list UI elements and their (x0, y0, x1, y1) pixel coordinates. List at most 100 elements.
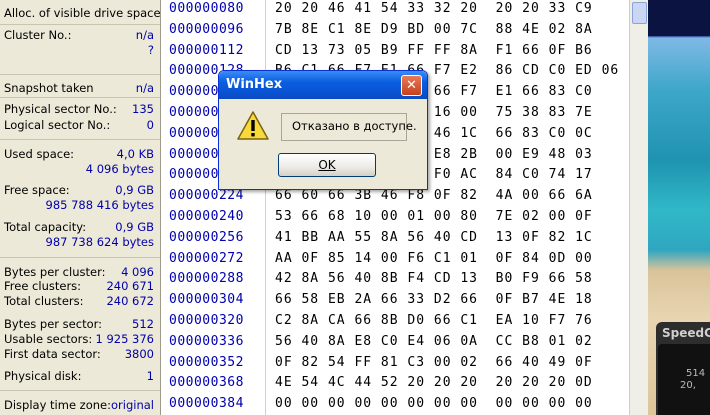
info-row: Cluster No.: n/a (4, 27, 154, 43)
hex-row[interactable]: 66 60 66 3B 46 F8 0F 82 4A 00 66 6A (275, 188, 593, 203)
info-row: Usable sectors: 1 925 376 (4, 331, 154, 347)
speed-widget-body: 514 20, (658, 344, 710, 415)
speed-widget-line1: 514 (686, 368, 706, 379)
ok-button-label: OK (318, 158, 336, 172)
info-row: Physical sector No.: 135 (4, 101, 154, 117)
info-label: Total clusters: (4, 294, 84, 308)
info-value: n/a (135, 81, 154, 95)
speed-widget-line2: 20, (680, 380, 696, 391)
info-value: 240 671 (106, 279, 154, 293)
offset-cell: 000000352 (169, 354, 244, 370)
info-value: 1 (146, 369, 154, 383)
info-label: Used space: (4, 147, 75, 161)
hex-row[interactable]: 7B 8E C1 8E D9 BD 00 7C 88 4E 02 8A (275, 22, 593, 37)
hex-row[interactable]: 00 00 00 00 00 00 00 00 00 00 00 00 (275, 396, 593, 411)
hex-row[interactable]: CD 13 73 05 B9 FF FF 8A F1 66 0F B6 (275, 43, 593, 58)
offset-cell: 000000304 (169, 292, 244, 308)
info-value: 512 (132, 317, 154, 331)
info-row: First data sector: 3800 (4, 346, 154, 362)
offset-cell: 000000320 (169, 313, 244, 328)
offset-cell: 000000096 (169, 21, 244, 37)
offset-column: 000000080 000000096 000000112 000000128 0000… (163, 0, 263, 415)
info-row: Used space: 4,0 KB (4, 146, 154, 162)
warning-icon (237, 111, 269, 140)
info-value: 985 788 416 bytes (45, 198, 155, 212)
info-label: Alloc. of visible drive space: (4, 6, 165, 20)
info-label: Snapshot taken (4, 81, 94, 95)
info-label: Physical sector No.: (4, 102, 117, 116)
hex-row[interactable]: 41 BB AA 55 8A 56 40 CD 13 0F 82 1C (275, 230, 593, 245)
info-label: Bytes per sector: (4, 317, 103, 331)
info-label: Display time zone: (4, 398, 111, 412)
info-value: 0,9 GB (115, 220, 154, 234)
column-divider (265, 0, 266, 415)
info-label: First data sector: (4, 347, 101, 361)
info-panel: Alloc. of visible drive space: Cluster N… (0, 0, 164, 415)
info-value: 0 (146, 118, 154, 132)
info-value: 987 738 624 bytes (45, 235, 155, 249)
info-label: Logical sector No.: (4, 118, 111, 132)
hex-editor[interactable]: 000000080 000000096 000000112 000000128 0000… (163, 0, 629, 415)
info-label: Cluster No.: (4, 28, 72, 42)
offset-cell: 000000368 (169, 375, 244, 391)
info-value: 4 096 bytes (85, 162, 154, 176)
info-row: Logical sector No.: 0 (4, 117, 154, 133)
offset-cell: 000000256 (169, 229, 244, 245)
hex-row[interactable]: 0F 82 54 FF 81 C3 00 02 66 40 49 0F (275, 355, 593, 370)
info-value: ? (147, 43, 154, 57)
info-label: Physical disk: (4, 369, 82, 383)
scrollbar-thumb[interactable] (632, 2, 647, 24)
close-icon[interactable]: ✕ (401, 75, 422, 96)
info-row: ? (4, 42, 154, 58)
info-row: Total capacity: 0,9 GB (4, 219, 154, 235)
error-dialog: WinHex ✕ Отказано в доступе. OK (218, 70, 428, 190)
dialog-title: WinHex (226, 77, 283, 92)
offset-cell: 000000272 (169, 250, 244, 266)
hex-row[interactable]: AA 0F 85 14 00 F6 C1 01 0F 84 0D 00 (275, 251, 593, 266)
info-value: 240 672 (106, 294, 154, 308)
offset-cell: 000000240 (169, 209, 244, 224)
info-value: 135 (132, 102, 154, 116)
info-row: Free clusters: 240 671 (4, 278, 154, 294)
info-row: Display time zone: original (4, 397, 154, 413)
hex-bytes-area[interactable]: 20 20 46 41 54 33 32 20 20 20 33 C9 7B 8E… (271, 0, 631, 415)
info-row: Total clusters: 240 672 (4, 293, 154, 309)
offset-cell: 000000080 (169, 1, 244, 16)
info-value: 4,0 KB (116, 147, 154, 161)
offset-cell: 000000336 (169, 333, 244, 349)
info-value: 0,9 GB (115, 183, 154, 197)
info-row: Snapshot taken n/a (4, 80, 154, 96)
hex-row[interactable]: 20 20 46 41 54 33 32 20 20 20 33 C9 (275, 1, 593, 16)
offset-cell: 000000112 (169, 42, 244, 58)
info-row: Physical disk: 1 (4, 368, 154, 384)
dialog-message-box: Отказано в доступе. (281, 113, 417, 141)
info-label: Usable sectors: (4, 332, 93, 346)
ok-button[interactable]: OK (278, 153, 376, 177)
info-value: n/a (135, 28, 154, 42)
dialog-titlebar[interactable]: WinHex ✕ (219, 71, 427, 99)
info-label: Free clusters: (4, 279, 82, 293)
hex-row[interactable]: 53 66 68 10 00 01 00 80 7E 02 00 0F (275, 209, 593, 224)
info-value: 3800 (124, 347, 154, 361)
info-row: Alloc. of visible drive space: (4, 5, 164, 21)
hex-row[interactable]: 66 58 EB 2A 66 33 D2 66 0F B7 4E 18 (275, 292, 593, 307)
info-value: 1 925 376 (95, 332, 154, 346)
hex-row[interactable]: 4E 54 4C 44 52 20 20 20 20 20 20 0D (275, 375, 593, 390)
offset-cell: 000000288 (169, 271, 244, 287)
vertical-scrollbar[interactable] (629, 0, 648, 415)
speed-widget[interactable]: SpeedC 514 20, (656, 322, 710, 415)
dialog-message: Отказано в доступе. (292, 119, 417, 133)
offset-cell: 000000224 (169, 188, 244, 204)
info-label: Total capacity: (4, 220, 87, 234)
info-value[interactable]: original (111, 397, 154, 413)
info-row: 987 738 624 bytes (4, 234, 155, 250)
hex-row[interactable]: 42 8A 56 40 8B F4 CD 13 B0 F9 66 58 (275, 271, 593, 286)
info-row: Free space: 0,9 GB (4, 182, 154, 198)
offset-cell: 000000384 (169, 396, 244, 412)
info-row: 985 788 416 bytes (4, 197, 155, 213)
info-label: Free space: (4, 183, 70, 197)
info-row: Bytes per sector: 512 (4, 316, 154, 332)
hex-row[interactable]: C2 8A CA 66 8B D0 66 C1 EA 10 F7 76 (275, 313, 593, 328)
hex-row[interactable]: 56 40 8A E8 C0 E4 06 0A CC B8 01 02 (275, 334, 593, 349)
info-row: 4 096 bytes (4, 161, 154, 177)
